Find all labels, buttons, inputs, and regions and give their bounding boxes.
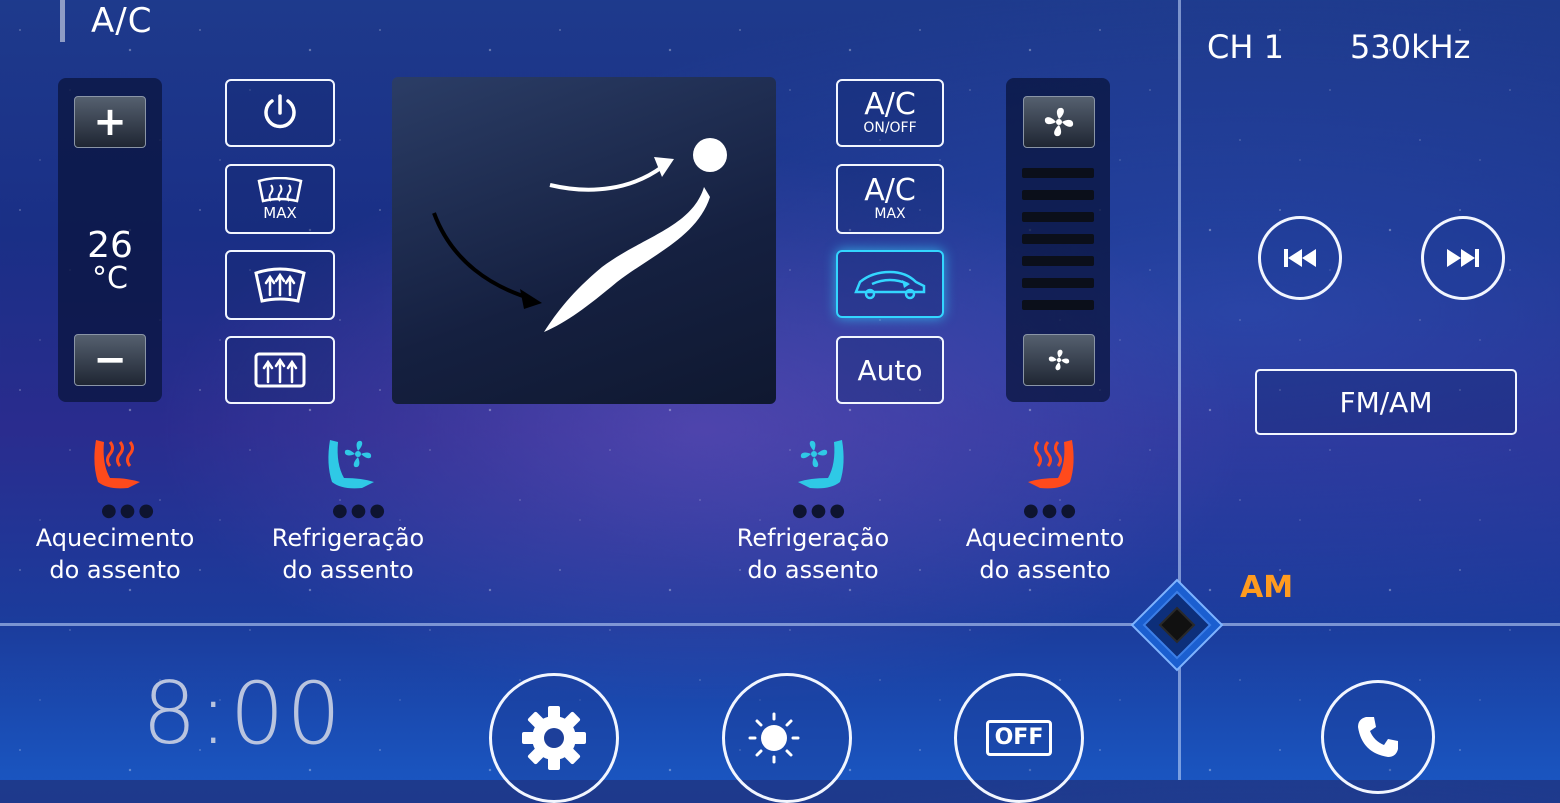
- power-button[interactable]: [225, 79, 335, 147]
- max-text: MAX: [263, 204, 297, 222]
- seat-heat-label-right-line1: Aquecimento: [965, 524, 1125, 552]
- front-defrost-max-button[interactable]: MAX: [225, 164, 335, 234]
- fan-speed-panel: [1006, 78, 1110, 402]
- seat-heat-label-right: Aquecimento do assento: [945, 522, 1145, 586]
- fan-level-bar: [1022, 278, 1094, 288]
- fan-level-bar: [1022, 190, 1094, 200]
- panel-divider-horizontal: [0, 623, 1560, 626]
- rear-defrost-icon: [254, 352, 306, 388]
- ac-max-sub-label: MAX: [874, 206, 906, 222]
- ac-onoff-sub-label: ON/OFF: [863, 120, 917, 136]
- gear-icon: [522, 706, 586, 770]
- seat-cool-label-left-line1: Refrigeração: [271, 524, 425, 552]
- front-defrost-icon: [257, 177, 303, 203]
- fan-level-bar: [1022, 234, 1094, 244]
- screen-off-button[interactable]: OFF: [954, 673, 1084, 803]
- airflow-mode-panel[interactable]: [392, 77, 776, 404]
- fan-level-bars[interactable]: [1022, 168, 1094, 322]
- power-icon: [264, 94, 296, 129]
- fan-level-bar: [1022, 168, 1094, 178]
- radio-band-indicator: AM: [1240, 570, 1294, 605]
- fan-increase-button[interactable]: [1023, 96, 1095, 148]
- seat-heat-icon-right[interactable]: [1020, 434, 1080, 498]
- seat-cool-icon-left[interactable]: [322, 434, 382, 498]
- seat-heat-label-left-line2: do assento: [49, 556, 181, 584]
- seat-cool-label-right: Refrigeração do assento: [713, 522, 913, 586]
- seat-cool-level-right: ●●●: [791, 500, 849, 521]
- auto-button[interactable]: Auto: [836, 336, 944, 404]
- seat-heat-label-right-line2: do assento: [979, 556, 1111, 584]
- off-icon-label: OFF: [985, 720, 1053, 756]
- seat-heat-icon-left[interactable]: [88, 434, 148, 498]
- radio-channel: CH 1: [1207, 28, 1284, 66]
- seat-heat-level-right: ●●●: [1022, 500, 1080, 521]
- seat-cool-level-left: ●●●: [331, 500, 389, 521]
- seat-cool-label-right-line1: Refrigeração: [736, 524, 890, 552]
- band-toggle-button[interactable]: FM/AM: [1255, 369, 1517, 435]
- previous-track-button[interactable]: [1258, 216, 1342, 300]
- fan-icon-large: [1044, 107, 1074, 137]
- day-night-button[interactable]: [722, 673, 852, 803]
- ac-onoff-button[interactable]: A/C ON/OFF: [836, 79, 944, 147]
- clock: 8:00: [142, 664, 344, 764]
- home-diamond-icon[interactable]: [1130, 578, 1224, 672]
- radio-frequency: 530kHz: [1350, 28, 1471, 66]
- ac-max-main-label: A/C: [864, 173, 916, 208]
- fan-icon-small: [1048, 349, 1070, 371]
- sun-moon-icon: [748, 712, 832, 764]
- windshield-defrost-icon: [254, 267, 306, 303]
- fan-decrease-button[interactable]: [1023, 334, 1095, 386]
- seat-heat-level-left: ●●●: [100, 500, 158, 521]
- temp-increase-button[interactable]: +: [74, 96, 146, 148]
- ac-onoff-main-label: A/C: [864, 87, 916, 122]
- temp-decrease-button[interactable]: −: [74, 334, 146, 386]
- settings-button[interactable]: [489, 673, 619, 803]
- seat-cool-label-left: Refrigeração do assento: [248, 522, 448, 586]
- seat-cool-icon-right[interactable]: [790, 434, 850, 498]
- seat-cool-label-right-line2: do assento: [747, 556, 879, 584]
- next-track-button[interactable]: [1421, 216, 1505, 300]
- fan-level-bar: [1022, 256, 1094, 266]
- seat-heat-label-left: Aquecimento do assento: [15, 522, 215, 586]
- phone-icon: [1358, 717, 1398, 757]
- temperature-value: 26: [87, 225, 133, 266]
- fan-level-bar: [1022, 300, 1094, 310]
- phone-button[interactable]: [1321, 680, 1435, 794]
- car-recirculation-icon: [854, 270, 926, 300]
- seat-heat-label-left-line1: Aquecimento: [35, 524, 195, 552]
- front-defrost-button[interactable]: [225, 250, 335, 320]
- seat-cool-label-left-line2: do assento: [282, 556, 414, 584]
- skip-back-icon: [1284, 249, 1316, 267]
- airflow-mode-icon: [432, 138, 727, 332]
- ac-max-button[interactable]: A/C MAX: [836, 164, 944, 234]
- recirculation-button[interactable]: [836, 250, 944, 318]
- rear-defrost-button[interactable]: [225, 336, 335, 404]
- fan-level-bar: [1022, 212, 1094, 222]
- skip-forward-icon: [1447, 249, 1479, 267]
- page-title: A/C: [60, 0, 152, 42]
- temperature-unit: °C: [92, 261, 128, 296]
- temperature-panel: + 26 °C −: [58, 78, 162, 402]
